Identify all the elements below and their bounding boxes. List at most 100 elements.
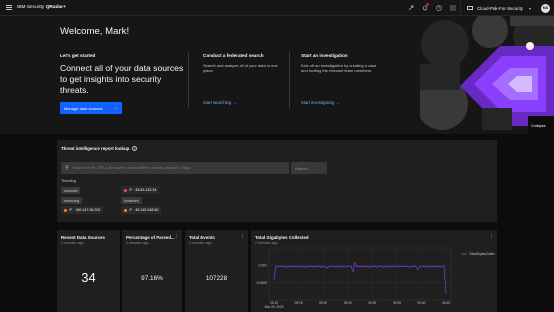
x-tick-label: Mar 26, 2023 <box>265 305 284 309</box>
arrow-right-icon: → <box>113 105 118 111</box>
data-point <box>394 266 396 268</box>
data-point <box>346 266 348 268</box>
manage-data-sources-button[interactable]: Manage data sources → <box>60 102 122 114</box>
tag-malware[interactable]: #malware <box>121 197 142 204</box>
data-point <box>354 262 356 264</box>
ioc-value: 45.145.248.50 <box>135 208 159 212</box>
tag-ducktail[interactable]: #ducktail <box>61 187 81 194</box>
data-point <box>275 265 277 267</box>
data-point <box>374 265 376 267</box>
card-timestamp: 2 minutes ago <box>126 241 149 245</box>
overflow-menu-icon[interactable]: ⋮ <box>174 234 179 240</box>
data-point <box>388 266 390 268</box>
x-tick-label: 09:20 <box>319 301 327 305</box>
data-point <box>378 266 380 268</box>
ioc-ip-item[interactable]: IP 45.81.243.34 <box>121 186 160 194</box>
data-point <box>445 292 447 294</box>
data-point <box>390 265 392 267</box>
card-title: Percentage of Parsed... <box>126 235 175 240</box>
notification-icon[interactable] <box>418 0 432 16</box>
search-button[interactable]: Search <box>291 162 327 174</box>
card-title: Recent Data Sources <box>61 235 105 240</box>
federated-search-heading: Conduct a federated search <box>203 53 264 58</box>
start-investigating-link[interactable]: Start investigating → <box>301 100 340 105</box>
hamburger-menu-icon[interactable] <box>6 5 12 10</box>
info-icon[interactable]: i <box>132 146 138 151</box>
x-tick-label: 09:45 <box>442 301 450 305</box>
data-point <box>384 265 386 267</box>
data-point <box>316 266 317 268</box>
data-point <box>305 265 307 267</box>
total-events-card[interactable]: Total Events ⋮ 2 minutes ago 107228 <box>185 230 248 312</box>
app-menu-icon[interactable] <box>446 0 460 16</box>
data-point <box>441 266 443 268</box>
data-point <box>372 265 374 267</box>
data-point <box>350 265 352 267</box>
data-point <box>368 266 370 268</box>
x-tick-label: 09:40 <box>417 301 425 305</box>
threat-intelligence-panel: Threat intelligence report lookup i ⚲ Se… <box>57 140 497 222</box>
data-point <box>277 266 279 268</box>
data-point <box>399 266 400 268</box>
data-point <box>425 266 427 268</box>
ioc-ip-item[interactable]: IP 45.145.248.50 <box>121 206 162 214</box>
arrow-right-icon: → <box>232 100 237 105</box>
gigabytes-collected-card[interactable]: Total Gigabytes Collected 2 minutes ago … <box>251 230 497 312</box>
start-searching-link[interactable]: Start searching → <box>203 100 237 105</box>
data-point <box>307 266 309 268</box>
data-point <box>370 266 372 268</box>
tag-smishing[interactable]: #smishing <box>61 197 83 204</box>
data-point <box>309 265 311 267</box>
overflow-menu-icon[interactable]: ⋮ <box>240 234 245 240</box>
data-point <box>287 265 289 267</box>
data-point <box>318 265 319 267</box>
threat-search-input[interactable] <box>73 166 289 170</box>
data-point <box>437 265 439 267</box>
product-brand[interactable]: IBM Security QRadar+ <box>6 5 66 10</box>
data-point <box>362 265 364 267</box>
avatar[interactable]: MS <box>541 3 550 13</box>
data-point <box>314 265 315 267</box>
data-point <box>293 266 295 268</box>
ioc-ip-item[interactable]: IP 180.147.96.203 <box>61 206 104 214</box>
data-point <box>330 265 332 267</box>
section-divider <box>289 52 290 108</box>
data-point <box>289 266 291 268</box>
page-title: Welcome, Mark! <box>60 26 130 37</box>
x-tick-label: 09:25 <box>344 301 352 305</box>
data-point <box>358 265 360 267</box>
top-navigation-bar: IBM Security QRadar+ Cloud-Pak-For-Secur… <box>0 0 554 16</box>
data-point <box>297 266 299 268</box>
data-point <box>360 266 362 268</box>
data-point <box>419 266 421 268</box>
start-investigating-label: Start investigating <box>301 100 335 105</box>
data-point <box>439 266 441 268</box>
tenant-icon <box>467 6 474 10</box>
data-point <box>386 266 388 268</box>
data-point <box>283 265 285 267</box>
ioc-type: IP <box>129 208 133 212</box>
collapse-button[interactable]: Collapse <box>531 124 546 128</box>
switcher-icon[interactable] <box>404 0 418 16</box>
data-point <box>324 266 326 268</box>
series-line <box>273 261 447 294</box>
data-point <box>403 266 404 268</box>
data-point <box>301 266 303 268</box>
search-icon: ⚲ <box>65 165 69 171</box>
tenant-switcher[interactable]: Cloud-Pak-For-Security ▾ <box>460 0 537 16</box>
help-icon[interactable] <box>432 0 446 16</box>
data-point <box>336 266 338 268</box>
data-point <box>376 266 378 268</box>
data-point <box>311 266 313 268</box>
legend-label: TotalGbytesCollec <box>469 252 495 256</box>
parsed-percentage-card[interactable]: Percentage of Parsed... ⋮ 2 minutes ago … <box>122 230 182 312</box>
data-point <box>411 266 413 268</box>
data-point <box>322 265 324 267</box>
y-tick-label: 0.001 <box>259 264 268 268</box>
card-timestamp: 2 minutes ago <box>61 241 84 245</box>
card-title: Total Events <box>189 235 215 240</box>
threat-search-field[interactable]: ⚲ <box>61 162 289 174</box>
data-point <box>380 265 382 267</box>
recent-data-sources-card[interactable]: Recent Data Sources 2 minutes ago 34 <box>57 230 120 312</box>
data-point <box>326 267 328 269</box>
